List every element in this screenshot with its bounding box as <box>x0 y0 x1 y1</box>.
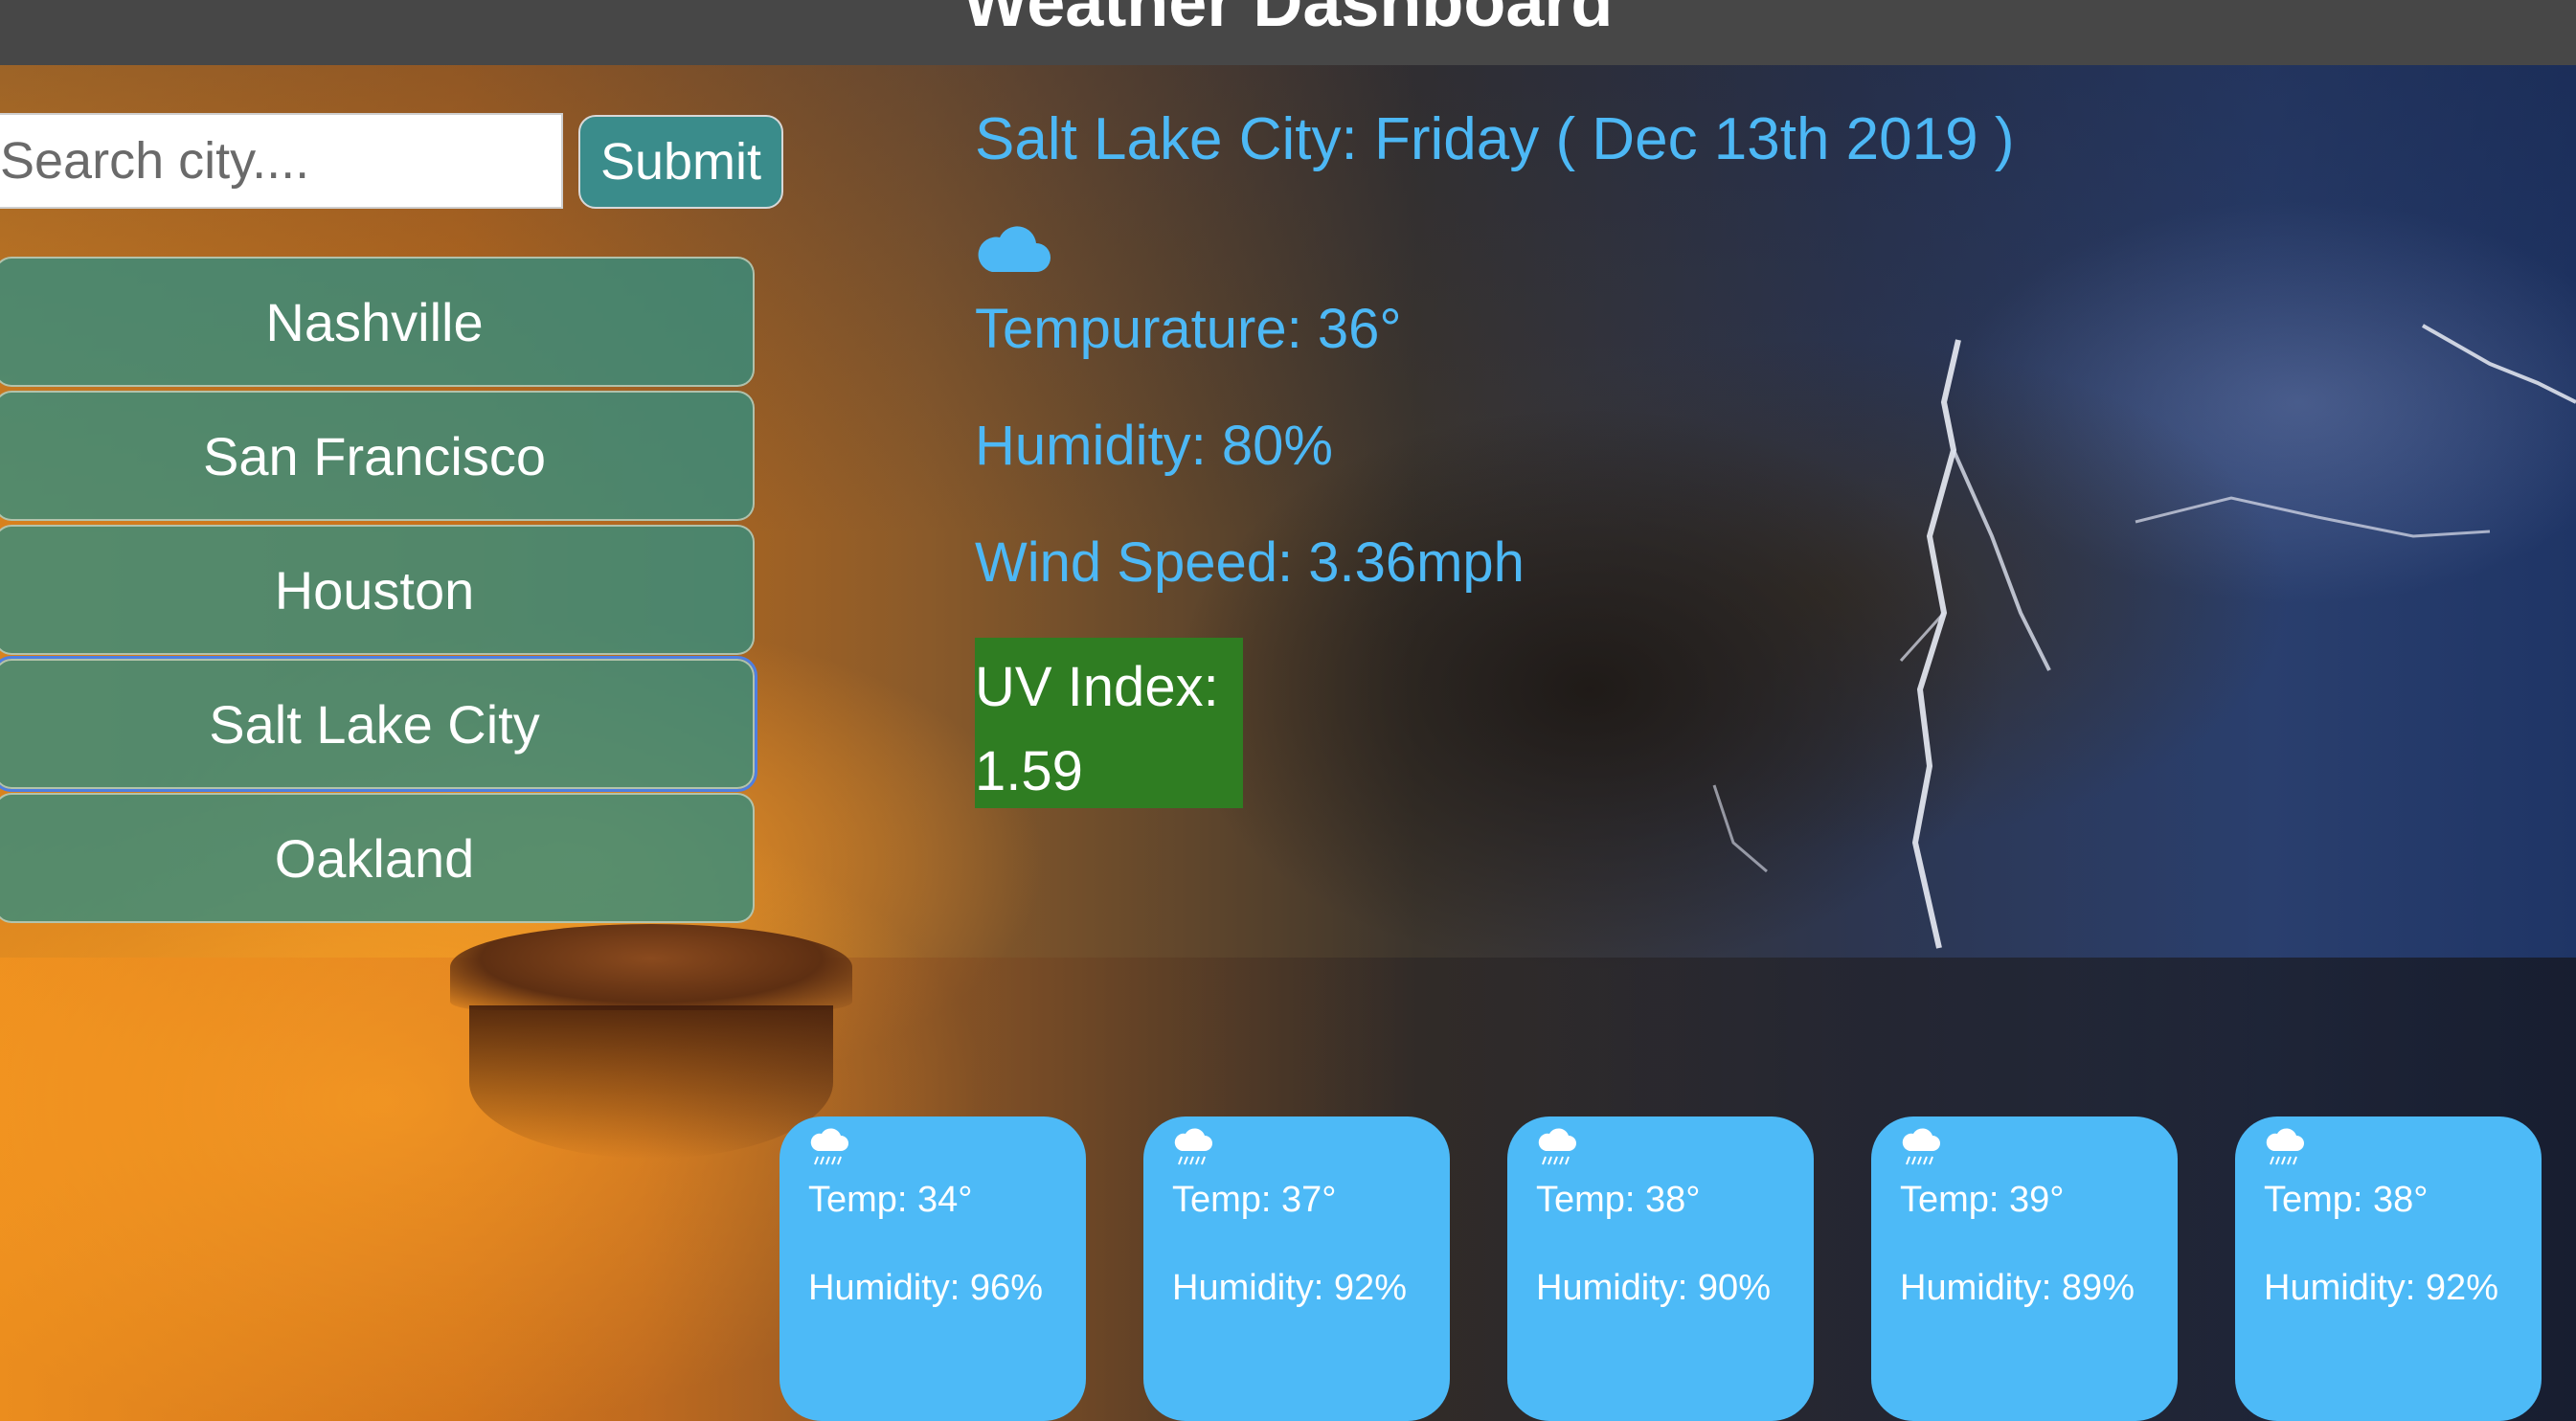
city-button-nashville[interactable]: Nashville <box>0 257 755 387</box>
forecast-temp: Temp: 37° <box>1172 1180 1337 1220</box>
uv-index-value: 1.59 <box>975 740 1083 802</box>
forecast-temp: Temp: 38° <box>1536 1180 1701 1220</box>
forecast-card: Temp: 39° Humidity: 89% <box>1871 1116 2178 1421</box>
forecast-humidity: Humidity: 96% <box>808 1268 1043 1308</box>
current-wind-speed: Wind Speed: 3.36mph <box>975 531 1525 594</box>
forecast-card: Temp: 37° Humidity: 92% <box>1143 1116 1450 1421</box>
forecast-humidity: Humidity: 92% <box>1172 1268 1407 1308</box>
rain-cloud-icon <box>2266 1128 2304 1165</box>
rain-cloud-icon <box>1174 1128 1212 1165</box>
city-button-salt-lake-city[interactable]: Salt Lake City <box>0 656 757 792</box>
page-title: Weather Dashboard <box>962 0 1614 41</box>
forecast-card: Temp: 34° Humidity: 96% <box>780 1116 1086 1421</box>
app-header: Weather Dashboard <box>0 0 2576 65</box>
city-button-houston[interactable]: Houston <box>0 525 755 655</box>
uv-index-badge: UV Index: 1.59 <box>975 638 1243 808</box>
current-city-title: Salt Lake City: Friday ( Dec 13th 2019 ) <box>975 106 2015 172</box>
city-button-san-francisco[interactable]: San Francisco <box>0 391 755 521</box>
forecast-humidity: Humidity: 90% <box>1536 1268 1771 1308</box>
rain-cloud-icon <box>1902 1128 1940 1165</box>
forecast-temp: Temp: 38° <box>2264 1180 2429 1220</box>
forecast-temp: Temp: 34° <box>808 1180 973 1220</box>
city-history-list: Nashville San Francisco Houston Salt Lak… <box>0 257 757 927</box>
forecast-humidity: Humidity: 89% <box>1900 1268 2135 1308</box>
submit-button[interactable]: Submit <box>578 115 783 209</box>
current-temperature: Tempurature: 36° <box>975 298 1402 360</box>
uv-index-label: UV Index: <box>975 656 1219 718</box>
rain-cloud-icon <box>810 1128 848 1165</box>
forecast-temp: Temp: 39° <box>1900 1180 2065 1220</box>
current-humidity: Humidity: 80% <box>975 415 1333 477</box>
forecast-card: Temp: 38° Humidity: 90% <box>1507 1116 1814 1421</box>
search-input[interactable] <box>0 113 563 209</box>
forecast-card: Temp: 38° Humidity: 92% <box>2235 1116 2542 1421</box>
cloud-icon <box>978 226 1051 272</box>
forecast-humidity: Humidity: 92% <box>2264 1268 2498 1308</box>
rain-cloud-icon <box>1538 1128 1576 1165</box>
city-button-oakland[interactable]: Oakland <box>0 793 755 923</box>
